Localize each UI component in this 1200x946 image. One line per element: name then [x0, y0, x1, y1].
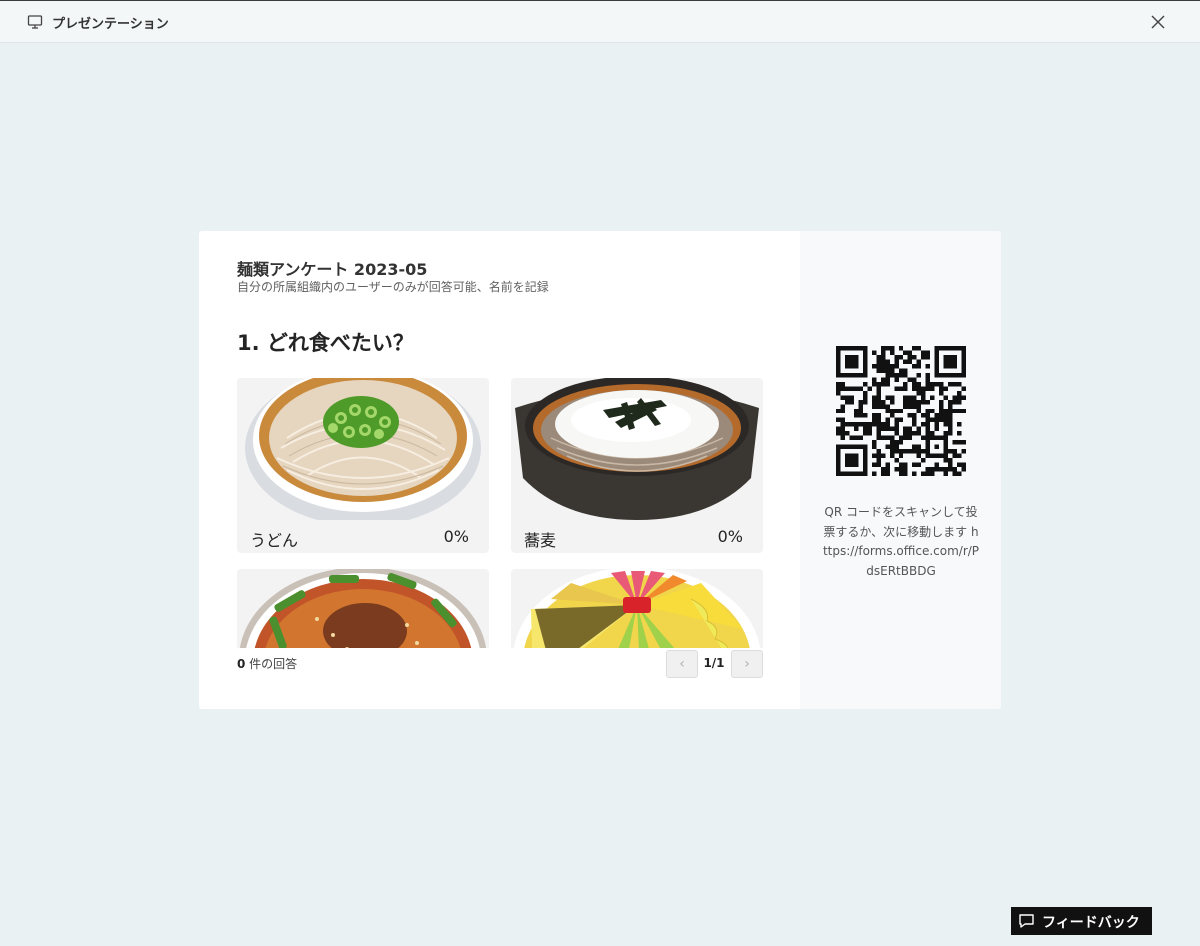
qr-code-icon: [836, 346, 966, 476]
form-title: 麺類アンケート 2023-05: [237, 260, 428, 279]
share-pane: QR コードをスキャンして投票するか、次に移動します https://forms…: [800, 231, 1001, 709]
option-card-tantanmen[interactable]: [237, 569, 489, 648]
responses-suffix: 件の回答: [245, 657, 298, 671]
option-label: うどん: [250, 531, 299, 550]
options-grid: うどん 0% 蕎麦 0%: [237, 378, 763, 648]
option-percent: 0%: [443, 527, 469, 546]
previous-page-button[interactable]: ‹: [666, 650, 698, 678]
responses-count: 0 件の回答: [237, 655, 297, 672]
option-card-soba[interactable]: 蕎麦 0%: [511, 378, 763, 553]
option-card-hiyashi-chuka[interactable]: [511, 569, 763, 648]
window-title-bar: プレゼンテーション: [0, 0, 1200, 43]
presentation-card: 麺類アンケート 2023-05 自分の所属組織内のユーザーのみが回答可能、名前を…: [199, 231, 1001, 709]
hiyashi-chuka-image: [511, 569, 763, 648]
soba-bowl-image: [511, 378, 763, 520]
option-label: 蕎麦: [524, 531, 557, 550]
udon-bowl-image: [237, 378, 489, 520]
next-page-button[interactable]: ›: [731, 650, 763, 678]
tantanmen-bowl-image: [237, 569, 489, 648]
qr-instructions: QR コードをスキャンして投票するか、次に移動します https://forms…: [822, 505, 980, 578]
option-card-udon[interactable]: うどん 0%: [237, 378, 489, 553]
feedback-button[interactable]: フィードバック: [1011, 907, 1152, 935]
close-icon[interactable]: [1150, 14, 1166, 30]
feedback-label: フィードバック: [1042, 915, 1140, 931]
window-title: プレゼンテーション: [52, 17, 169, 32]
page-indicator: 1/1: [703, 656, 725, 670]
feedback-icon: [1019, 914, 1034, 928]
form-subtitle: 自分の所属組織内のユーザーのみが回答可能、名前を記録: [237, 280, 549, 294]
option-percent: 0%: [717, 527, 743, 546]
monitor-icon: [27, 15, 43, 29]
question-title: 1. どれ食べたい？: [237, 331, 414, 355]
